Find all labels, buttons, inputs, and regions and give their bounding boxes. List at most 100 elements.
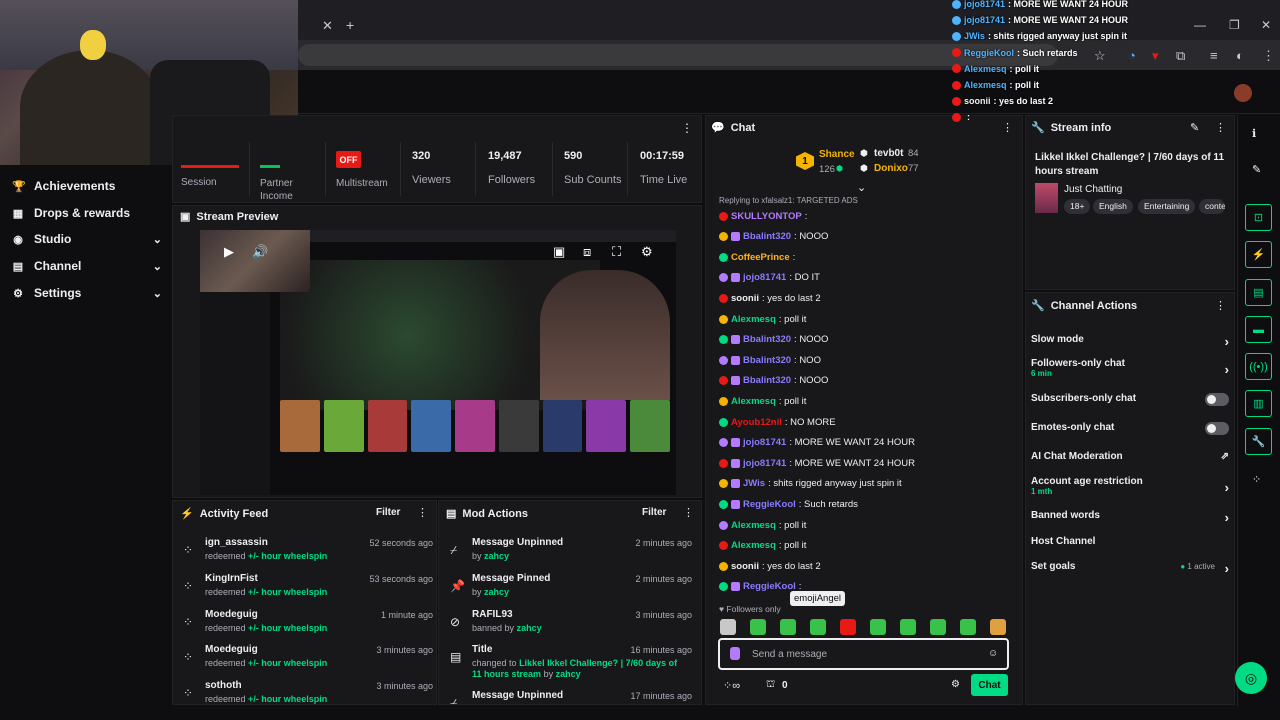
- points-icon[interactable]: ⁘: [1252, 473, 1261, 486]
- emote-icon[interactable]: [870, 619, 886, 635]
- toggle-switch[interactable]: [1205, 393, 1229, 406]
- action-subscribers-only[interactable]: Subscribers-only chat: [1031, 393, 1229, 406]
- chat-message[interactable]: Alexmesq: poll it: [719, 516, 1019, 534]
- emote-icon[interactable]: [780, 619, 796, 635]
- settings-icon[interactable]: ⚙: [641, 244, 653, 260]
- chat-username[interactable]: jojo81741: [743, 437, 786, 448]
- chat-username[interactable]: Bbalint320: [743, 231, 791, 242]
- rail-lightning-button[interactable]: ⚡: [1245, 241, 1272, 268]
- stream-preview-video[interactable]: [200, 230, 676, 495]
- nav-channel[interactable]: ▤ Channel ⌄: [12, 255, 162, 277]
- mod-row[interactable]: 📌 Message Pinned by zahcy 2 minutes ago: [450, 573, 692, 607]
- gift-icon[interactable]: ⛫: [766, 679, 775, 692]
- activity-row[interactable]: ⁘ ign_assassin redeemed +/- hour wheelsp…: [183, 537, 433, 571]
- chat-message[interactable]: Bbalint320: NOOO: [719, 331, 1019, 349]
- category-name[interactable]: Just Chatting: [1064, 184, 1122, 195]
- leader-name[interactable]: tevb0t: [874, 148, 903, 159]
- play-icon[interactable]: ▶: [224, 244, 234, 260]
- emote-icon[interactable]: [840, 619, 856, 635]
- tag[interactable]: Entertaining: [1138, 199, 1196, 214]
- edit-pencil-icon[interactable]: ✎: [1190, 121, 1199, 134]
- rail-layout-button[interactable]: ▥: [1245, 390, 1272, 417]
- emote-icon[interactable]: [930, 619, 946, 635]
- action-slow-mode[interactable]: Slow mode ›: [1031, 334, 1229, 349]
- chat-username[interactable]: Alexmesq: [731, 314, 776, 325]
- mod-row[interactable]: ⌿ Message Unpinned by zahcy 2 minutes ag…: [450, 537, 692, 571]
- chat-username[interactable]: Bbalint320: [743, 334, 791, 345]
- activity-row[interactable]: ⁘ sothoth redeemed +/- hour wheelspin 3 …: [183, 680, 433, 704]
- bookmark-star-icon[interactable]: ☆: [1094, 48, 1106, 64]
- theatre-mode-icon[interactable]: ▣: [553, 244, 565, 260]
- more-options-icon[interactable]: ⋮: [1215, 299, 1226, 312]
- tag[interactable]: conte: [1199, 199, 1225, 214]
- chat-message[interactable]: soonii: yes do last 2: [719, 557, 1019, 575]
- chat-message[interactable]: Ayoub12nil: NO MORE: [719, 413, 1019, 431]
- chat-username[interactable]: CoffeePrince: [731, 252, 790, 263]
- chat-message[interactable]: Alexmesq: poll it: [719, 537, 1019, 555]
- action-host-channel[interactable]: Host Channel: [1031, 536, 1229, 547]
- chat-username[interactable]: ReggieKool: [743, 499, 796, 510]
- action-ai-moderation[interactable]: AI Chat Moderation ⇗: [1031, 451, 1229, 462]
- action-banned-words[interactable]: Banned words ›: [1031, 510, 1229, 525]
- window-close-icon[interactable]: ✕: [1261, 18, 1271, 32]
- category-thumbnail[interactable]: [1035, 183, 1058, 213]
- multistream-label[interactable]: Multistream: [336, 178, 388, 189]
- action-emotes-only[interactable]: Emotes-only chat: [1031, 422, 1229, 435]
- activity-row[interactable]: ⁘ Moedeguig redeemed +/- hour wheelspin …: [183, 644, 433, 678]
- nav-studio[interactable]: ◉ Studio ⌄: [12, 228, 162, 250]
- activity-row[interactable]: ⁘ KingIrnFist redeemed +/- hour wheelspi…: [183, 573, 433, 607]
- chat-send-button[interactable]: Chat: [971, 674, 1008, 696]
- extension-icon[interactable]: ◔: [1128, 48, 1136, 63]
- menu-icon[interactable]: ⋮: [1262, 48, 1275, 64]
- ublock-icon[interactable]: ▾: [1152, 48, 1159, 64]
- chat-message[interactable]: soonii: yes do last 2: [719, 289, 1019, 307]
- chat-message[interactable]: Bbalint320: NOOO: [719, 228, 1019, 246]
- chat-placeholder[interactable]: Send a message: [752, 649, 827, 660]
- action-followers-only[interactable]: Followers-only chat 6 min ›: [1031, 358, 1229, 378]
- chat-message[interactable]: Bbalint320: NOOO: [719, 372, 1019, 390]
- emote-icon[interactable]: [960, 619, 976, 635]
- puzzle-icon[interactable]: ⧉: [1176, 48, 1185, 64]
- chat-message[interactable]: CoffeePrince:: [719, 248, 1019, 266]
- mod-row[interactable]: ⌿ Message Unpinned 17 minutes ago: [450, 690, 692, 704]
- rail-broadcast-button[interactable]: ((•)): [1245, 353, 1272, 380]
- more-options-icon[interactable]: ⋮: [417, 506, 428, 519]
- tag[interactable]: English: [1093, 199, 1133, 214]
- profile-icon[interactable]: ◐: [1236, 48, 1244, 63]
- media-icon[interactable]: ≡: [1210, 48, 1218, 63]
- chat-message[interactable]: jojo81741: MORE WE WANT 24 HOUR: [719, 454, 1019, 472]
- chat-message[interactable]: ReggieKool:: [719, 578, 1019, 596]
- chat-settings-icon[interactable]: ⚙: [951, 679, 960, 690]
- collapse-icon[interactable]: ⌄: [857, 181, 866, 194]
- minimize-icon[interactable]: —: [1194, 18, 1206, 32]
- chat-message[interactable]: JWis: shits rigged anyway just spin it: [719, 475, 1019, 493]
- chat-username[interactable]: jojo81741: [743, 458, 786, 469]
- help-fab-button[interactable]: ◎: [1235, 662, 1267, 694]
- emote-icon[interactable]: [810, 619, 826, 635]
- chat-message[interactable]: SKULLYONTOP:: [719, 207, 1019, 225]
- emote-icon[interactable]: [990, 619, 1006, 635]
- chat-username[interactable]: jojo81741: [743, 272, 786, 283]
- chat-message[interactable]: Bbalint320: NOO: [719, 351, 1019, 369]
- activity-row[interactable]: ⁘ Moedeguig redeemed +/- hour wheelspin …: [183, 609, 433, 643]
- mod-row[interactable]: ▤ Title changed to Likkel Ikkel Challeng…: [450, 644, 692, 690]
- emoji-picker-icon[interactable]: ☺: [988, 648, 998, 659]
- nav-settings[interactable]: ⚙ Settings ⌄: [12, 282, 162, 304]
- more-options-icon[interactable]: ⋮: [681, 121, 693, 135]
- emote-icon[interactable]: [900, 619, 916, 635]
- chat-username[interactable]: soonii: [731, 561, 759, 572]
- mic-icon[interactable]: [730, 647, 740, 660]
- chat-username[interactable]: SKULLYONTOP: [731, 211, 802, 222]
- chat-message[interactable]: ReggieKool: Such retards: [719, 495, 1019, 513]
- leader-name[interactable]: Donixo: [874, 163, 908, 174]
- points-icon[interactable]: ⁘∞: [723, 679, 740, 692]
- rail-chat-button[interactable]: ▬: [1245, 316, 1272, 343]
- chat-username[interactable]: soonii: [731, 293, 759, 304]
- nav-drops-rewards[interactable]: ▦ Drops & rewards: [12, 202, 162, 224]
- pencil-icon[interactable]: ✎: [1252, 163, 1261, 176]
- chat-message[interactable]: Alexmesq: poll it: [719, 392, 1019, 410]
- toggle-switch[interactable]: [1205, 422, 1229, 435]
- mod-row[interactable]: ⊘ RAFIL93 banned by zahcy 3 minutes ago: [450, 609, 692, 643]
- chat-username[interactable]: Alexmesq: [731, 540, 776, 551]
- tab-close-icon[interactable]: ✕: [322, 18, 338, 34]
